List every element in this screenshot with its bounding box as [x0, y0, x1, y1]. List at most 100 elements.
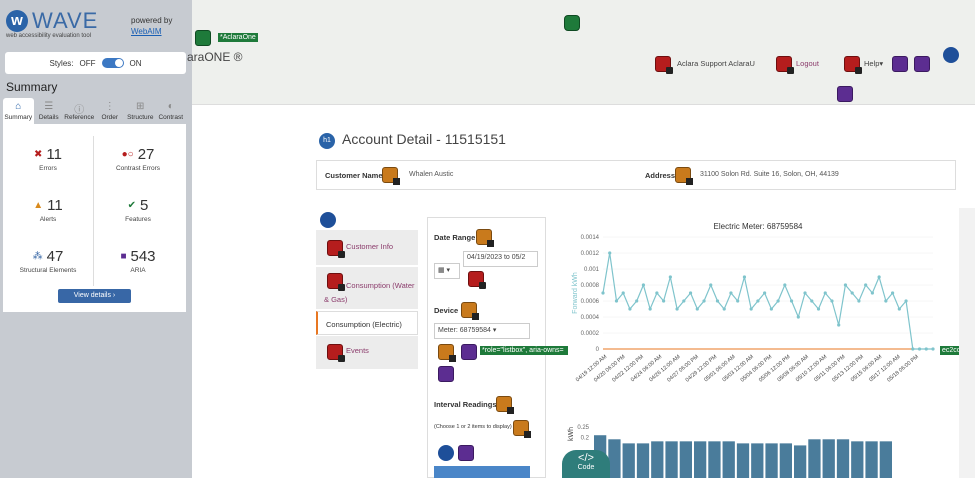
error-badge-icon [327, 240, 345, 258]
interval-select[interactable] [434, 466, 530, 478]
alert-badge-icon[interactable] [513, 420, 531, 438]
code-view-toggle[interactable]: </> Code [562, 450, 610, 478]
logout-link[interactable]: Logout [796, 59, 819, 68]
bar [708, 441, 721, 478]
bar [651, 441, 664, 478]
alert-badge-icon[interactable] [675, 167, 693, 185]
feature-icon: ✔ [127, 200, 137, 211]
aria-badge-icon[interactable] [914, 56, 930, 72]
stat-alerts: ▲ 11 Alerts [3, 197, 93, 223]
aria-badge-icon[interactable] [461, 344, 477, 360]
webaim-link[interactable]: WebAIM [131, 27, 162, 36]
alerts-label: Alerts [39, 216, 57, 223]
y-tick-label: 0.0014 [581, 235, 600, 241]
alert-badge-icon[interactable] [476, 229, 494, 247]
bar [779, 443, 792, 478]
error-badge-icon[interactable] [776, 56, 794, 74]
aria-badge-icon[interactable] [837, 86, 853, 102]
date-range-input[interactable]: 04/19/2023 to 05/2 [463, 251, 538, 267]
app-header: *AclaraOne araONE ® Aclara Support Aclar… [187, 0, 975, 105]
nav-events[interactable]: Events [316, 336, 418, 370]
tab-label: Structure [127, 114, 154, 121]
account-info-box: Customer Name Whalen Austic Address 3110… [316, 160, 956, 190]
code-label: Code [577, 464, 595, 471]
bar [622, 443, 635, 478]
summary-panel: ✖ 11 Errors ●○ 27 Contrast Errors ▲ 11 Alerts … [3, 124, 186, 312]
summary-heading: Summary [6, 80, 58, 94]
address-value: 31100 Solon Rd. Suite 16, Solon, OH, 441… [700, 171, 839, 178]
wave-logo-text: WAVE [32, 8, 99, 33]
device-select[interactable]: Meter: 68759584 ▾ [434, 323, 530, 339]
alert-badge-icon[interactable] [438, 344, 456, 362]
error-badge-icon[interactable] [844, 56, 862, 74]
alert-badge-icon[interactable] [496, 396, 514, 414]
bar [836, 439, 850, 478]
aria-badge-icon[interactable] [438, 366, 454, 382]
aria-label: ARIA [130, 267, 146, 274]
bar [765, 443, 778, 478]
chart-title: Electric Meter: 68759584 [714, 222, 803, 231]
contrast-label: Contrast Errors [115, 165, 161, 172]
aria-badge-icon[interactable] [458, 445, 474, 461]
nav-consumption-water-gas[interactable]: Consumption (Water & Gas) [316, 267, 418, 310]
contrast-icon: ◐ [167, 101, 174, 112]
bar [608, 439, 621, 478]
page-title: Account Detail - 11515151 [342, 131, 506, 147]
alert-badge-icon[interactable] [461, 302, 479, 320]
help-menu[interactable]: Help▾ [864, 59, 883, 68]
nav-label: Customer Info [346, 242, 394, 251]
page-root: w WAVE web accessibility evaluation tool … [0, 0, 975, 478]
home-icon: ⌂ [15, 101, 22, 112]
nav-customer-info[interactable]: Customer Info [316, 230, 418, 266]
powered-by: powered by WebAIM [131, 15, 172, 37]
aria-icon: ■ [120, 251, 127, 262]
view-details-button[interactable]: View details › [58, 289, 131, 303]
globe-icon[interactable] [564, 15, 580, 31]
tab-label: Details [38, 114, 59, 121]
alert-badge-icon[interactable] [382, 167, 400, 185]
nav-consumption-electric[interactable]: Consumption (Electric) [316, 311, 418, 335]
address-label: Address [645, 171, 676, 180]
y-tick-label: 0.0002 [581, 331, 600, 337]
alert-icon: ▲ [33, 200, 44, 211]
stat-errors: ✖ 11 Errors [3, 146, 93, 172]
structural-count: 47 [46, 248, 64, 265]
tab-structure[interactable]: ⊞ Structure [125, 98, 156, 124]
tab-contrast[interactable]: ◐ Contrast [156, 98, 187, 124]
errors-count: 11 [46, 146, 62, 163]
wave-logo: w WAVE [6, 8, 98, 34]
bar [665, 441, 678, 478]
error-badge-icon[interactable] [655, 56, 673, 74]
menu-icon[interactable] [943, 47, 959, 63]
bar [879, 441, 892, 478]
tab-order[interactable]: ⋮ Order [95, 98, 126, 124]
aclara-label-tag: *AclaraOne [218, 33, 258, 42]
support-link[interactable]: Aclara Support AclaraU [677, 59, 755, 68]
y-tick-label: 0.2 [581, 435, 590, 441]
error-badge-icon[interactable] [468, 271, 486, 289]
calendar-button[interactable]: ▦ ▾ [434, 263, 460, 279]
nav-label: Events [346, 346, 369, 355]
wave-tabs: ⌂ Summary ☰ Details ⓘ Reference ⋮ Order ⊞ Str… [3, 98, 186, 124]
bar [865, 441, 878, 478]
aria-badge-icon[interactable] [892, 56, 908, 72]
stat-aria: ■ 543 ARIA [93, 248, 183, 274]
tab-details[interactable]: ☰ Details [34, 98, 65, 124]
y-tick-label: 0 [596, 347, 600, 353]
wave-logo-icon: w [6, 10, 28, 32]
right-scrollbar[interactable] [959, 208, 975, 478]
bar [636, 443, 650, 478]
code-icon: </> [578, 452, 594, 464]
interval-hint: (Choose 1 or 2 items to display) [434, 424, 512, 430]
order-icon: ⋮ [104, 101, 115, 112]
styles-toggle[interactable] [101, 58, 124, 68]
styles-toggle-row: Styles: OFF ON [5, 52, 186, 74]
styles-on-label: ON [129, 58, 142, 68]
tab-label: Order [101, 114, 119, 121]
error-icon: ✖ [34, 149, 43, 160]
tab-summary[interactable]: ⌂ Summary [3, 98, 34, 124]
structure-icon: ⁂ [32, 251, 43, 262]
feature-badge-icon[interactable] [195, 30, 211, 46]
tab-reference[interactable]: ⓘ Reference [64, 98, 95, 124]
structure-icon: ⊞ [136, 101, 145, 112]
